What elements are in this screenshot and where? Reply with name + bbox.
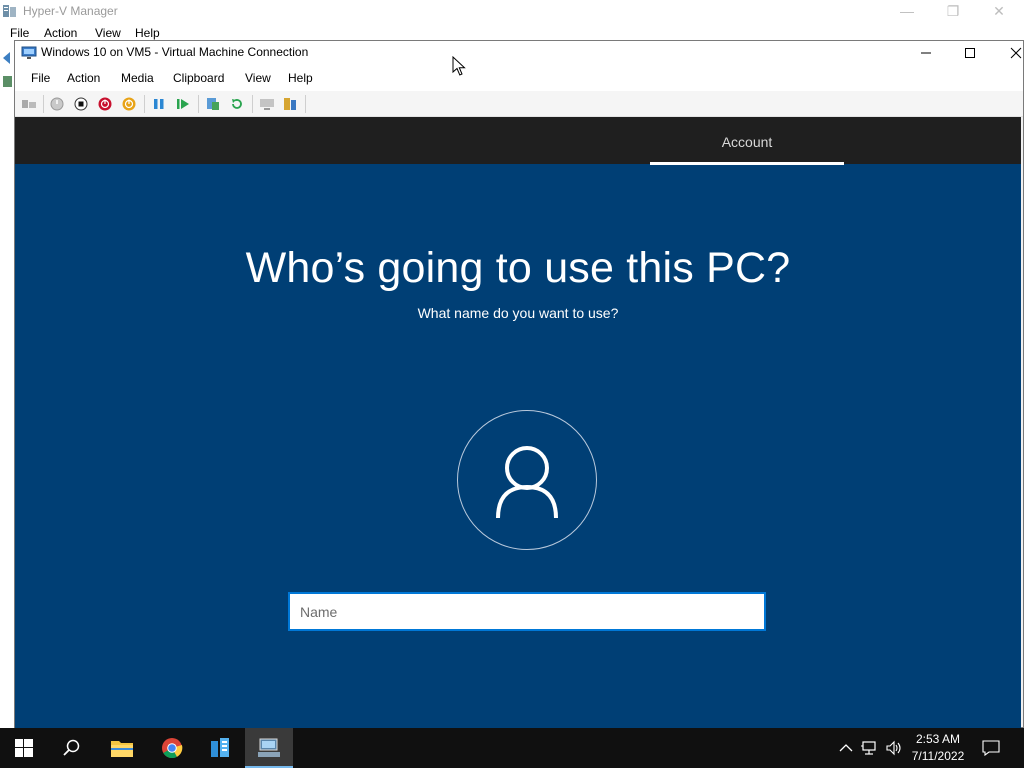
start-button[interactable] xyxy=(0,728,48,768)
hyper-v-manager-titlebar[interactable]: Hyper-V Manager — ❐ ✕ xyxy=(0,0,1024,24)
name-input[interactable] xyxy=(288,592,766,631)
ctrl-alt-del-button[interactable] xyxy=(20,95,38,113)
vm-connection-titlebar[interactable]: Windows 10 on VM5 - Virtual Machine Conn… xyxy=(15,41,1023,65)
hv-menu-file[interactable]: File xyxy=(10,26,29,40)
hyper-v-manager-title: Hyper-V Manager xyxy=(23,4,118,18)
user-avatar xyxy=(457,410,597,550)
save-button[interactable] xyxy=(120,95,138,113)
vm-connection-title: Windows 10 on VM5 - Virtual Machine Conn… xyxy=(41,45,309,59)
toolbar-separator xyxy=(305,95,306,113)
toolbar-separator xyxy=(252,95,253,113)
vm-menu-media[interactable]: Media xyxy=(121,71,154,85)
turn-off-icon xyxy=(74,97,88,111)
turn-off-button[interactable] xyxy=(72,95,90,113)
file-explorer-icon xyxy=(111,741,133,757)
network-button[interactable] xyxy=(860,738,880,758)
hyper-v-manager-left-pane[interactable] xyxy=(0,42,15,728)
vm-close-button[interactable] xyxy=(993,41,1024,65)
windows-start-icon xyxy=(15,739,33,757)
hv-close-button[interactable]: ✕ xyxy=(976,0,1022,24)
hv-restore-button[interactable]: ❐ xyxy=(930,0,976,24)
hv-minimize-button[interactable]: — xyxy=(884,0,930,24)
share-icon xyxy=(284,98,296,110)
shut-down-button[interactable] xyxy=(96,95,114,113)
network-icon xyxy=(861,741,876,755)
vm-menu-clipboard[interactable]: Clipboard xyxy=(173,71,224,85)
maximize-icon xyxy=(965,48,975,58)
hyper-v-manager-icon xyxy=(258,738,280,757)
hv-nav-arrow-icon xyxy=(3,52,12,87)
vm-menu-view[interactable]: View xyxy=(245,71,271,85)
vm-menu-action[interactable]: Action xyxy=(67,71,100,85)
notifications-icon xyxy=(982,740,1000,756)
resume-icon xyxy=(177,99,189,109)
vm-display[interactable]: Account Who’s going to use this PC? What… xyxy=(15,117,1021,728)
start-button[interactable] xyxy=(48,95,66,113)
vm-minimize-button[interactable] xyxy=(903,41,949,65)
oobe-subheading: What name do you want to use? xyxy=(417,305,619,321)
hv-menu-help[interactable]: Help xyxy=(135,26,160,40)
server-manager-icon xyxy=(211,738,229,757)
toolbar-separator xyxy=(43,95,44,113)
pause-button[interactable] xyxy=(150,95,168,113)
enhanced-session-icon xyxy=(260,99,274,110)
toolbar-separator xyxy=(144,95,145,113)
oobe-step-account: Account xyxy=(721,134,773,150)
vm-menu-help[interactable]: Help xyxy=(288,71,313,85)
checkpoint-button[interactable] xyxy=(204,95,222,113)
vm-maximize-button[interactable] xyxy=(947,41,993,65)
save-icon xyxy=(122,97,136,111)
taskbar-search-button[interactable] xyxy=(48,728,96,768)
taskbar-hyper-v-manager[interactable] xyxy=(245,728,293,768)
action-center-button[interactable] xyxy=(981,738,1001,758)
taskbar-server-manager[interactable] xyxy=(196,728,244,768)
vm-connection-menubar: File Action Media Clipboard View Help xyxy=(15,65,1023,91)
revert-icon xyxy=(232,99,242,109)
oobe-heading: Who’s going to use this PC? xyxy=(245,244,791,292)
taskbar: 2:53 AM 7/11/2022 xyxy=(0,728,1024,768)
start-icon xyxy=(50,97,64,111)
clock-time: 2:53 AM xyxy=(915,732,961,746)
clock-date: 7/11/2022 xyxy=(911,749,965,763)
pause-icon xyxy=(154,99,164,109)
vm-connection-window: Windows 10 on VM5 - Virtual Machine Conn… xyxy=(14,40,1024,728)
chevron-up-icon xyxy=(839,744,853,752)
vm-connection-toolbar xyxy=(15,91,1023,117)
oobe-step-indicator xyxy=(650,162,844,165)
enhanced-session-button[interactable] xyxy=(258,95,276,113)
checkpoint-icon xyxy=(207,98,219,110)
ctrl-alt-del-icon xyxy=(22,100,36,108)
vm-menu-file[interactable]: File xyxy=(31,71,50,85)
mouse-cursor-icon xyxy=(452,56,466,76)
revert-button[interactable] xyxy=(228,95,246,113)
hv-menu-view[interactable]: View xyxy=(95,26,121,40)
taskbar-chrome[interactable] xyxy=(148,728,196,768)
user-icon xyxy=(496,446,558,519)
hv-menu-action[interactable]: Action xyxy=(44,26,77,40)
search-icon xyxy=(63,739,80,756)
show-hidden-icons-button[interactable] xyxy=(836,738,856,758)
oobe-header-bar: Account xyxy=(15,117,1021,165)
chrome-icon xyxy=(162,738,183,759)
share-button[interactable] xyxy=(281,95,299,113)
minimize-icon xyxy=(921,52,931,54)
taskbar-file-explorer[interactable] xyxy=(98,728,146,768)
hyper-v-app-icon xyxy=(3,5,16,17)
shut-down-icon xyxy=(98,97,112,111)
resume-button[interactable] xyxy=(174,95,192,113)
vm-connection-app-icon xyxy=(21,46,37,59)
close-icon xyxy=(1010,47,1022,59)
toolbar-separator xyxy=(198,95,199,113)
